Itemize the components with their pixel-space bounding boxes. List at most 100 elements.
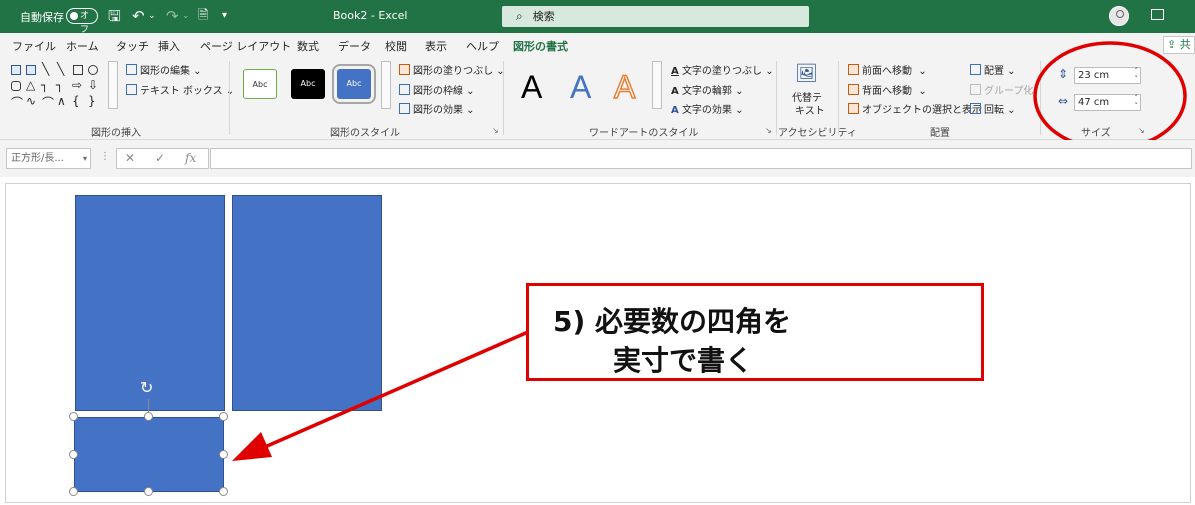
vertical-textbox-shape-icon[interactable] — [26, 65, 36, 75]
alt-text-label-line2: キスト — [795, 106, 825, 117]
undo-dropdown-icon[interactable]: ⌄ — [148, 6, 156, 26]
tab-review[interactable]: 校閲 — [385, 38, 407, 54]
tab-view[interactable]: 表示 — [425, 38, 447, 54]
wordart-blue-a[interactable]: A — [570, 69, 591, 106]
name-box[interactable]: 正方形/長... ▾ — [6, 148, 91, 169]
rectangle-shape-selected[interactable] — [74, 417, 224, 492]
autosave-toggle[interactable]: オフ — [66, 8, 98, 35]
customize-toolbar-icon[interactable]: ▾ — [222, 6, 227, 26]
down-arrow-shape-icon[interactable]: ⇩ — [88, 78, 98, 92]
connector-shape-icon[interactable]: ┐ — [41, 78, 48, 92]
redo-dropdown-icon[interactable]: ⌄ — [182, 6, 190, 26]
rotation-handle-icon[interactable]: ↻ — [140, 378, 153, 397]
align-icon — [970, 64, 981, 75]
shape-styles-launcher-icon[interactable]: ↘ — [492, 126, 499, 135]
rotate-label: 回転 — [984, 105, 1004, 116]
shape-styles-gallery-scroll[interactable] — [381, 61, 391, 109]
shape-effects-button[interactable]: 図形の効果 ⌄ — [399, 101, 475, 116]
rotate-button[interactable]: 回転 ⌄ — [970, 101, 1016, 116]
lightning-shape-icon[interactable]: ∧ — [57, 94, 66, 108]
brace-right-shape-icon[interactable]: } — [88, 94, 96, 108]
selection-pane-icon — [848, 103, 859, 114]
callout-text-line2: 実寸で書く — [613, 344, 754, 377]
formula-bar-grip-icon: ⋮ — [100, 151, 110, 162]
resize-handle-left[interactable] — [69, 450, 78, 459]
wordart-gallery-scroll[interactable] — [652, 61, 662, 109]
tab-page-layout[interactable]: ページ レイアウト — [200, 38, 291, 54]
text-box-button[interactable]: テキスト ボックス ⌄ — [126, 82, 234, 97]
shape-fill-button[interactable]: 図形の塗りつぶし ⌄ — [399, 62, 505, 77]
text-effects-button[interactable]: A 文字の効果 ⌄ — [671, 101, 744, 116]
shape-style-preset-outline[interactable]: Abc — [243, 69, 277, 99]
curve-shape-icon[interactable]: ∿ — [26, 94, 36, 108]
tab-data[interactable]: データ — [338, 38, 371, 54]
elbow-connector-shape-icon[interactable]: ┐ — [56, 78, 63, 92]
rounded-rect-shape-icon[interactable] — [11, 81, 21, 91]
text-fill-button[interactable]: A 文字の塗りつぶし ⌄ — [671, 62, 774, 77]
text-box-icon — [126, 84, 137, 95]
textbox-shape-icon[interactable] — [11, 65, 21, 75]
send-backward-button[interactable]: 背面へ移動 ⌄ — [848, 82, 927, 97]
tab-insert[interactable]: 挿入 — [158, 38, 180, 54]
search-placeholder: 検索 — [532, 10, 555, 23]
bring-forward-button[interactable]: 前面へ移動 ⌄ — [848, 62, 927, 77]
oval-shape-icon[interactable] — [88, 65, 98, 75]
shape-outline-button[interactable]: 図形の枠線 ⌄ — [399, 82, 475, 97]
edit-shape-button[interactable]: 図形の編集 ⌄ — [126, 62, 202, 77]
formula-bar: 正方形/長... ▾ ⋮ ✕ ✓ fx — [0, 140, 1195, 177]
account-avatar[interactable] — [1109, 6, 1129, 26]
formula-input[interactable] — [210, 148, 1192, 169]
tab-touch[interactable]: タッチ — [116, 38, 149, 54]
ribbon-display-options-icon[interactable] — [1151, 9, 1164, 20]
arrange-group-label: 配置 — [930, 128, 950, 139]
freeform-shape-icon[interactable]: ⌒ — [11, 94, 23, 111]
group-separator — [229, 61, 230, 135]
shape-style-preset-blue[interactable]: Abc — [332, 64, 376, 104]
arrow-line-shape-icon[interactable]: ╲ — [57, 62, 64, 76]
tab-home[interactable]: ホーム — [66, 38, 99, 54]
arc-shape-icon[interactable]: ⌒ — [42, 94, 54, 111]
resize-handle-bottom-right[interactable] — [219, 487, 228, 496]
redo-icon[interactable]: ↷ — [166, 6, 179, 26]
triangle-shape-icon[interactable]: △ — [26, 78, 35, 92]
insert-function-icon[interactable]: fx — [185, 151, 196, 165]
tab-formulas[interactable]: 数式 — [297, 38, 319, 54]
name-box-value: 正方形/長... — [11, 153, 64, 164]
group-button[interactable]: グループ化 — [970, 82, 1033, 97]
search-box[interactable]: ⌕ 検索 — [502, 6, 809, 27]
cancel-icon[interactable]: ✕ — [125, 151, 135, 165]
shapes-gallery-scroll[interactable] — [108, 61, 118, 109]
group-separator — [838, 61, 839, 135]
tab-file[interactable]: ファイル — [12, 38, 56, 54]
right-arrow-shape-icon[interactable]: ⇨ — [72, 78, 82, 92]
wordart-launcher-icon[interactable]: ↘ — [765, 126, 772, 135]
text-effects-icon: A — [671, 105, 679, 116]
shape-fill-icon — [399, 64, 410, 75]
brace-left-shape-icon[interactable]: { — [72, 94, 80, 108]
autosave-state: オフ — [80, 11, 90, 35]
resize-handle-bottom-left[interactable] — [69, 487, 78, 496]
rectangle-shape-icon[interactable] — [73, 65, 83, 75]
selection-pane-button[interactable]: オブジェクトの選択と表示 — [848, 101, 982, 116]
resize-handle-right[interactable] — [219, 450, 228, 459]
text-outline-button[interactable]: A 文字の輪郭 ⌄ — [671, 82, 744, 97]
resize-handle-top[interactable] — [144, 412, 153, 421]
size-highlight-ellipse — [1033, 41, 1187, 151]
enter-icon[interactable]: ✓ — [155, 151, 165, 165]
shape-style-preset-dark[interactable]: Abc — [291, 69, 325, 99]
tab-help[interactable]: ヘルプ — [466, 38, 499, 54]
tab-shape-format[interactable]: 図形の書式 — [513, 38, 568, 59]
line-shape-icon[interactable]: ╲ — [42, 62, 49, 76]
wordart-orange-a[interactable]: A — [613, 68, 636, 106]
resize-handle-bottom[interactable] — [144, 487, 153, 496]
align-button[interactable]: 配置 ⌄ — [970, 62, 1016, 77]
save-icon[interactable]: 🖫 — [108, 6, 121, 26]
resize-handle-top-right[interactable] — [219, 412, 228, 421]
insert-shapes-group-label: 図形の挿入 — [91, 128, 141, 139]
document-title: Book2 - Excel — [333, 9, 408, 22]
document-icon[interactable]: 🗎 — [198, 6, 208, 26]
undo-icon[interactable]: ↶ — [132, 6, 145, 26]
resize-handle-top-left[interactable] — [69, 412, 78, 421]
name-box-dropdown-icon[interactable]: ▾ — [83, 149, 87, 168]
wordart-black-a[interactable]: A — [521, 69, 542, 106]
